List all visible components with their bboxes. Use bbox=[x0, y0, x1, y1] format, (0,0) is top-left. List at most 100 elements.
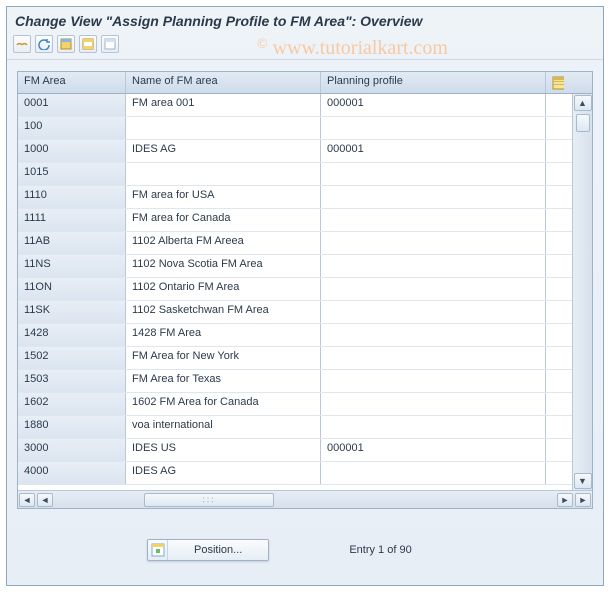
cell-planning-profile[interactable] bbox=[321, 117, 546, 139]
cell-planning-profile[interactable] bbox=[321, 439, 546, 461]
scroll-up-button[interactable]: ▲ bbox=[574, 95, 592, 111]
planning-profile-input[interactable] bbox=[327, 166, 539, 178]
cell-name[interactable] bbox=[126, 140, 321, 162]
cell-fm-area[interactable]: 1000 bbox=[18, 140, 126, 162]
name-input[interactable] bbox=[132, 465, 314, 477]
planning-profile-input[interactable] bbox=[327, 120, 539, 132]
hscroll-thumb[interactable]: ::: bbox=[144, 493, 274, 507]
cell-planning-profile[interactable] bbox=[321, 163, 546, 185]
cell-name[interactable] bbox=[126, 324, 321, 346]
name-input[interactable] bbox=[132, 419, 314, 431]
scroll-right-fast-button[interactable]: ► bbox=[557, 493, 573, 507]
cell-name[interactable] bbox=[126, 186, 321, 208]
name-input[interactable] bbox=[132, 304, 314, 316]
cell-planning-profile[interactable] bbox=[321, 416, 546, 438]
scroll-down-button[interactable]: ▼ bbox=[574, 473, 592, 489]
cell-fm-area[interactable]: 3000 bbox=[18, 439, 126, 461]
name-input[interactable] bbox=[132, 212, 314, 224]
cell-name[interactable] bbox=[126, 163, 321, 185]
planning-profile-input[interactable] bbox=[327, 212, 539, 224]
cell-fm-area[interactable]: 0001 bbox=[18, 94, 126, 116]
planning-profile-input[interactable] bbox=[327, 97, 539, 109]
name-input[interactable] bbox=[132, 373, 314, 385]
cell-planning-profile[interactable] bbox=[321, 462, 546, 484]
cell-fm-area[interactable]: 1602 bbox=[18, 393, 126, 415]
cell-planning-profile[interactable] bbox=[321, 232, 546, 254]
planning-profile-input[interactable] bbox=[327, 327, 539, 339]
cell-fm-area[interactable]: 11SK bbox=[18, 301, 126, 323]
cell-planning-profile[interactable] bbox=[321, 94, 546, 116]
name-input[interactable] bbox=[132, 258, 314, 270]
cell-name[interactable] bbox=[126, 347, 321, 369]
cell-fm-area[interactable]: 100 bbox=[18, 117, 126, 139]
planning-profile-input[interactable] bbox=[327, 350, 539, 362]
planning-profile-input[interactable] bbox=[327, 281, 539, 293]
vscroll-thumb[interactable] bbox=[576, 114, 590, 132]
cell-fm-area[interactable]: 1502 bbox=[18, 347, 126, 369]
undo-button[interactable] bbox=[35, 35, 53, 53]
position-button[interactable]: Position... bbox=[147, 539, 269, 561]
name-input[interactable] bbox=[132, 235, 314, 247]
scroll-left-button[interactable]: ◄ bbox=[19, 493, 35, 507]
cell-name[interactable] bbox=[126, 94, 321, 116]
planning-profile-input[interactable] bbox=[327, 419, 539, 431]
cell-fm-area[interactable]: 11ON bbox=[18, 278, 126, 300]
cell-planning-profile[interactable] bbox=[321, 186, 546, 208]
name-input[interactable] bbox=[132, 442, 314, 454]
cell-name[interactable] bbox=[126, 232, 321, 254]
planning-profile-input[interactable] bbox=[327, 143, 539, 155]
cell-fm-area[interactable]: 1110 bbox=[18, 186, 126, 208]
cell-planning-profile[interactable] bbox=[321, 393, 546, 415]
cell-planning-profile[interactable] bbox=[321, 347, 546, 369]
cell-name[interactable] bbox=[126, 278, 321, 300]
name-input[interactable] bbox=[132, 189, 314, 201]
planning-profile-input[interactable] bbox=[327, 235, 539, 247]
planning-profile-input[interactable] bbox=[327, 465, 539, 477]
deselect-all-button[interactable] bbox=[101, 35, 119, 53]
cell-name[interactable] bbox=[126, 301, 321, 323]
planning-profile-input[interactable] bbox=[327, 373, 539, 385]
cell-fm-area[interactable]: 4000 bbox=[18, 462, 126, 484]
name-input[interactable] bbox=[132, 327, 314, 339]
cell-fm-area[interactable]: 1428 bbox=[18, 324, 126, 346]
cell-name[interactable] bbox=[126, 117, 321, 139]
column-header-planning-profile[interactable]: Planning profile bbox=[321, 72, 546, 93]
name-input[interactable] bbox=[132, 97, 314, 109]
cell-name[interactable] bbox=[126, 439, 321, 461]
cell-name[interactable] bbox=[126, 462, 321, 484]
column-header-fm-area[interactable]: FM Area bbox=[18, 72, 126, 93]
hscroll-track[interactable]: ::: bbox=[54, 493, 556, 507]
select-all-button[interactable] bbox=[57, 35, 75, 53]
cell-name[interactable] bbox=[126, 255, 321, 277]
cell-fm-area[interactable]: 1111 bbox=[18, 209, 126, 231]
cell-fm-area[interactable]: 11NS bbox=[18, 255, 126, 277]
cell-planning-profile[interactable] bbox=[321, 278, 546, 300]
planning-profile-input[interactable] bbox=[327, 258, 539, 270]
configure-columns-button[interactable] bbox=[546, 72, 570, 93]
cell-planning-profile[interactable] bbox=[321, 324, 546, 346]
name-input[interactable] bbox=[132, 166, 314, 178]
cell-planning-profile[interactable] bbox=[321, 301, 546, 323]
planning-profile-input[interactable] bbox=[327, 396, 539, 408]
cell-fm-area[interactable]: 1015 bbox=[18, 163, 126, 185]
planning-profile-input[interactable] bbox=[327, 304, 539, 316]
name-input[interactable] bbox=[132, 143, 314, 155]
cell-fm-area[interactable]: 11AB bbox=[18, 232, 126, 254]
planning-profile-input[interactable] bbox=[327, 442, 539, 454]
cell-planning-profile[interactable] bbox=[321, 209, 546, 231]
cell-fm-area[interactable]: 1880 bbox=[18, 416, 126, 438]
name-input[interactable] bbox=[132, 120, 314, 132]
cell-name[interactable] bbox=[126, 370, 321, 392]
cell-fm-area[interactable]: 1503 bbox=[18, 370, 126, 392]
scroll-right-button[interactable]: ► bbox=[575, 493, 591, 507]
name-input[interactable] bbox=[132, 281, 314, 293]
select-block-button[interactable] bbox=[79, 35, 97, 53]
cell-planning-profile[interactable] bbox=[321, 370, 546, 392]
cell-planning-profile[interactable] bbox=[321, 255, 546, 277]
cell-name[interactable] bbox=[126, 416, 321, 438]
name-input[interactable] bbox=[132, 396, 314, 408]
name-input[interactable] bbox=[132, 350, 314, 362]
column-header-name[interactable]: Name of FM area bbox=[126, 72, 321, 93]
cell-name[interactable] bbox=[126, 209, 321, 231]
vertical-scrollbar[interactable]: ▲ ▼ bbox=[572, 94, 592, 490]
